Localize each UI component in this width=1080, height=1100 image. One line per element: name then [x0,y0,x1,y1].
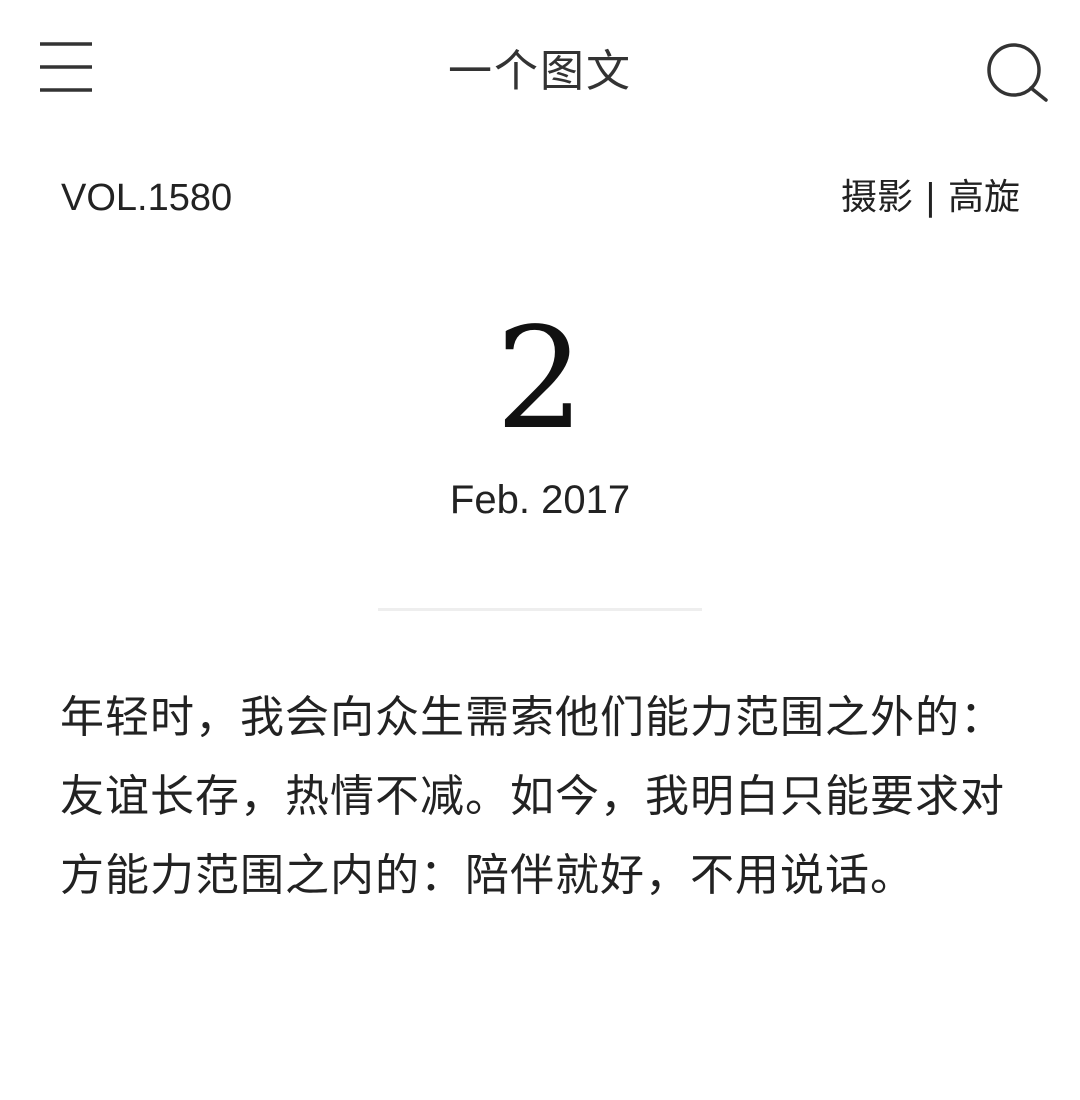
article-text: 年轻时，我会向众生需索他们能力范围之外的：友谊长存，热情不减。如今，我明白只能要… [60,692,1005,901]
search-icon [978,36,1054,112]
search-button[interactable] [978,36,1054,112]
divider [378,608,702,611]
photo-credit: 摄影 | 高旋 [840,177,1020,218]
volume-number: VOL.1580 [61,177,233,219]
page-title: 一个图文 [448,46,632,97]
top-bar: 一个图文 [0,0,1080,140]
date-month-year: Feb. 2017 [449,478,631,522]
date-day: 2 [495,298,585,461]
